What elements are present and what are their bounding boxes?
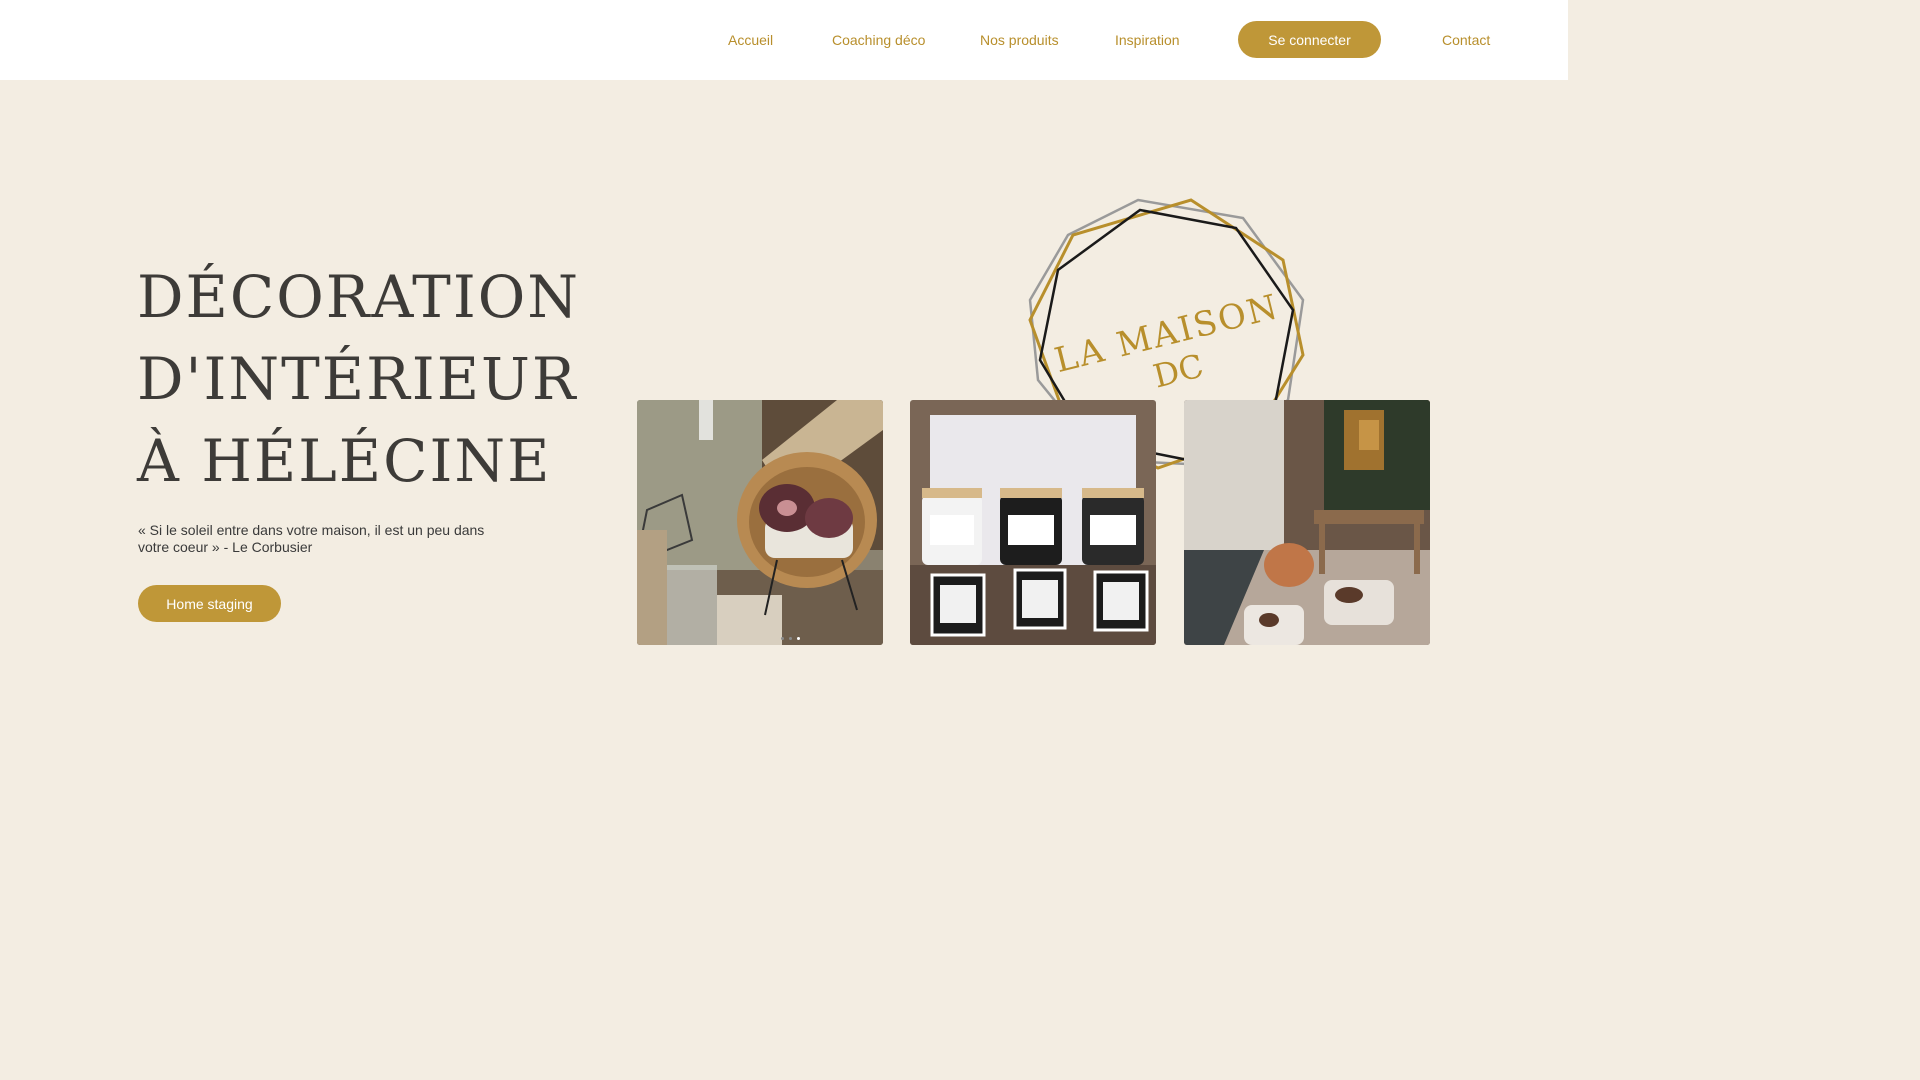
hero-title-line-3: À HÉLÉCINE: [137, 427, 552, 495]
site-header: Accueil Coaching déco Nos produits Inspi…: [0, 0, 1568, 80]
nav-item-inspiration[interactable]: Inspiration: [1115, 31, 1180, 49]
slider-dot-2[interactable]: [788, 636, 792, 640]
nav-item-nos-produits[interactable]: Nos produits: [980, 31, 1059, 49]
slider-dots: [637, 631, 883, 645]
home-staging-button[interactable]: Home staging: [138, 585, 281, 622]
nav-item-accueil[interactable]: Accueil: [728, 31, 773, 49]
gallery-image-rattan-chair[interactable]: [637, 400, 883, 645]
hero-title-line-2: D'INTÉRIEUR: [137, 345, 578, 413]
nav-item-coaching-deco[interactable]: Coaching déco: [832, 31, 925, 49]
rattan-chair-illustration: [637, 400, 883, 645]
hero-title-line-1: DÉCORATION: [137, 263, 581, 331]
hero-title: DÉCORATION D'INTÉRIEUR À HÉLÉCINE: [137, 256, 597, 502]
candles-illustration: [910, 400, 1156, 645]
gallery-image-candles[interactable]: [910, 400, 1156, 645]
login-button[interactable]: Se connecter: [1238, 21, 1381, 58]
slider-dot-1[interactable]: [780, 636, 784, 640]
living-room-illustration: [1184, 400, 1430, 645]
slider-dot-3[interactable]: [796, 636, 800, 640]
gallery-image-living-room[interactable]: [1184, 400, 1430, 645]
hero-quote: « Si le soleil entre dans votre maison, …: [138, 522, 485, 555]
nav-item-contact[interactable]: Contact: [1442, 31, 1490, 49]
